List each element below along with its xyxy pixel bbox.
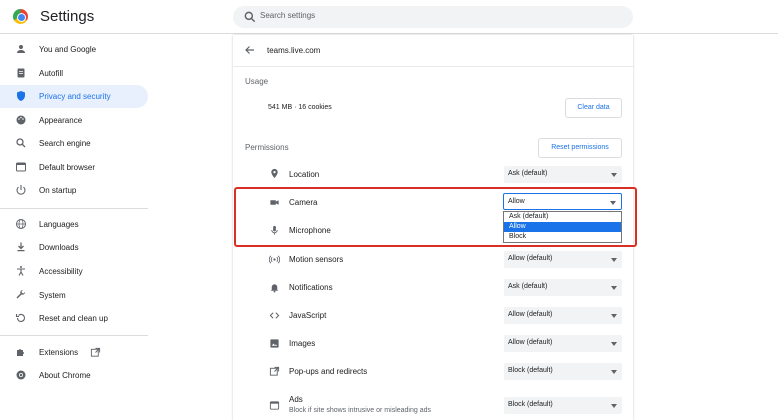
autofill-icon <box>17 68 25 78</box>
app-title: Settings <box>40 8 95 25</box>
javascript-select[interactable]: Allow (default) <box>504 307 622 324</box>
select-value: Allow (default) <box>508 339 553 346</box>
sidebar-item-label: Default browser <box>39 163 96 172</box>
permission-label-motion-sensors: Motion sensors <box>289 255 344 264</box>
sidebar-item-label: Extensions <box>39 348 79 357</box>
bell-icon <box>270 284 279 293</box>
sidebar-item-downloads[interactable]: Downloads <box>0 236 148 259</box>
dropdown-arrow-icon <box>611 370 617 374</box>
sidebar-item-languages[interactable]: Languages <box>0 213 148 236</box>
permission-label-popups: Pop-ups and redirects <box>289 367 368 376</box>
browser-icon <box>16 162 26 172</box>
sidebar-item-label: You and Google <box>39 45 97 54</box>
sidebar-item-label: About Chrome <box>39 371 91 380</box>
ads-select[interactable]: Block (default) <box>504 397 622 414</box>
clear-data-button[interactable]: Clear data <box>565 98 622 118</box>
sidebar: You and Google Autofill Privacy and secu… <box>0 35 150 420</box>
sidebar-item-you-and-google[interactable]: You and Google <box>0 38 148 61</box>
puzzle-icon <box>17 349 24 356</box>
camera-microphone-highlight <box>234 187 637 247</box>
popups-select[interactable]: Block (default) <box>504 363 622 380</box>
permissions-heading: Permissions <box>245 143 289 152</box>
globe-icon <box>16 219 26 229</box>
popup-icon <box>269 366 280 376</box>
permission-sublabel-ads: Block if site shows intrusive or mislead… <box>289 407 432 414</box>
search-input[interactable]: Search settings <box>233 6 633 28</box>
select-value: Allow (default) <box>508 255 553 262</box>
sidebar-item-appearance[interactable]: Appearance <box>0 109 148 132</box>
sidebar-item-label: Autofill <box>39 69 64 78</box>
permission-label-location: Location <box>289 170 320 179</box>
search-icon <box>16 138 26 148</box>
chrome-logo-icon <box>13 9 28 24</box>
sidebar-divider <box>0 335 148 336</box>
permission-label-images: Images <box>289 339 316 348</box>
location-select[interactable]: Ask (default) <box>504 166 622 183</box>
motion-sensor-icon <box>269 255 280 264</box>
motion-sensors-select[interactable]: Allow (default) <box>504 251 622 268</box>
select-value: Ask (default) <box>508 283 548 290</box>
dropdown-arrow-icon <box>611 258 617 262</box>
location-pin-icon <box>271 168 278 179</box>
dropdown-arrow-icon <box>611 173 617 177</box>
sidebar-item-default-browser[interactable]: Default browser <box>0 156 148 179</box>
permission-label-ads: Ads <box>289 395 303 404</box>
images-select[interactable]: Allow (default) <box>504 335 622 352</box>
select-value: Block (default) <box>508 367 553 374</box>
download-icon <box>17 242 25 252</box>
reset-permissions-button[interactable]: Reset permissions <box>538 138 622 158</box>
shield-icon <box>17 91 25 101</box>
back-arrow-icon[interactable] <box>244 44 256 56</box>
select-value: Allow (default) <box>508 311 553 318</box>
search-icon <box>244 11 256 23</box>
sidebar-item-reset-and-clean-up[interactable]: Reset and clean up <box>0 307 148 330</box>
sidebar-item-label: Privacy and security <box>39 92 111 101</box>
restore-icon <box>15 313 25 322</box>
palette-icon <box>16 115 26 125</box>
sidebar-item-label: Accessibility <box>39 267 83 276</box>
select-value: Block (default) <box>508 401 553 408</box>
sidebar-item-label: Languages <box>39 220 79 229</box>
sidebar-item-about-chrome[interactable]: About Chrome <box>0 364 148 387</box>
ads-icon <box>269 401 280 410</box>
sidebar-item-label: System <box>39 291 66 300</box>
sidebar-divider <box>0 208 148 209</box>
sidebar-item-label: Search engine <box>39 139 91 148</box>
select-value: Ask (default) <box>508 170 548 177</box>
dropdown-arrow-icon <box>611 404 617 408</box>
sidebar-item-label: Reset and clean up <box>39 314 108 323</box>
notifications-select[interactable]: Ask (default) <box>504 279 622 296</box>
dropdown-arrow-icon <box>611 342 617 346</box>
chrome-icon <box>16 370 26 380</box>
top-bar: Settings Search settings <box>0 0 778 34</box>
usage-value: 541 MB · 16 cookies <box>268 104 332 111</box>
sidebar-item-label: Appearance <box>39 116 83 125</box>
code-icon <box>269 312 280 319</box>
sidebar-item-accessibility[interactable]: Accessibility <box>0 260 148 283</box>
sidebar-item-on-startup[interactable]: On startup <box>0 179 148 202</box>
sidebar-item-label: On startup <box>39 186 77 195</box>
image-icon <box>270 339 279 348</box>
dropdown-arrow-icon <box>611 286 617 290</box>
permission-label-notifications: Notifications <box>289 283 333 292</box>
header-divider <box>233 66 633 67</box>
site-name: teams.live.com <box>267 46 321 55</box>
search-placeholder: Search settings <box>260 11 316 20</box>
open-in-new-icon <box>90 347 101 357</box>
sidebar-item-label: Downloads <box>39 243 79 252</box>
sidebar-item-extensions[interactable]: Extensions <box>0 341 148 364</box>
usage-heading: Usage <box>245 77 269 86</box>
wrench-icon <box>16 289 26 299</box>
accessibility-icon <box>17 266 25 276</box>
sidebar-item-system[interactable]: System <box>0 284 148 307</box>
sidebar-item-autofill[interactable]: Autofill <box>0 62 148 85</box>
sidebar-item-privacy-and-security[interactable]: Privacy and security <box>0 85 148 108</box>
permission-label-javascript: JavaScript <box>289 311 327 320</box>
person-icon <box>17 45 25 53</box>
power-icon <box>16 185 26 195</box>
dropdown-arrow-icon <box>611 314 617 318</box>
sidebar-item-search-engine[interactable]: Search engine <box>0 132 148 155</box>
